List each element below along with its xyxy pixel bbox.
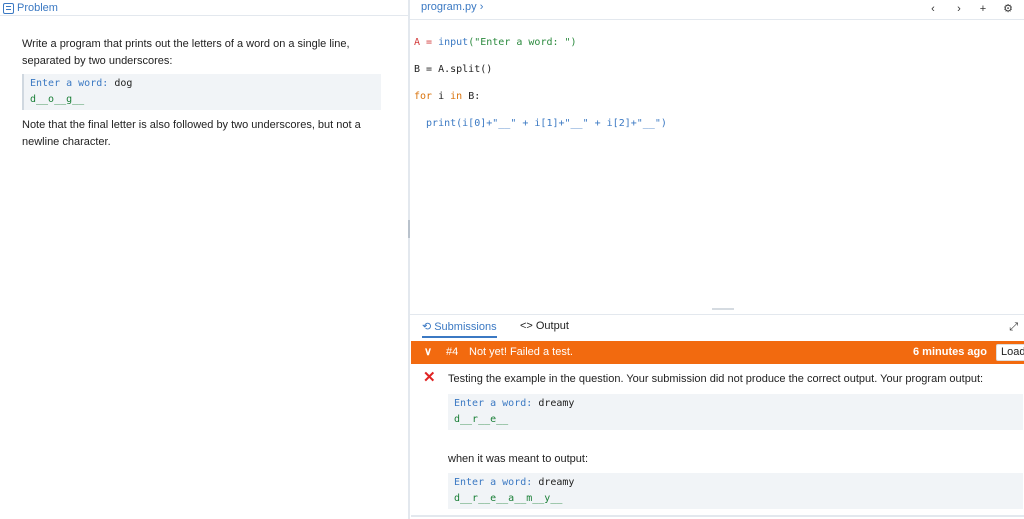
output-input: dreamy xyxy=(538,398,575,409)
tab-submissions-label: Submissions xyxy=(434,320,497,333)
next-button[interactable]: › xyxy=(952,2,966,16)
history-icon: ⟲ xyxy=(422,321,432,333)
example-block: Enter a word: dog d__o__g__ xyxy=(22,74,381,110)
code-token: for xyxy=(414,90,433,102)
tab-submissions[interactable]: ⟲ Submissions xyxy=(422,320,497,338)
problem-header: Problem xyxy=(0,0,408,16)
code-token: print(i[0]+"__" + i[1]+"__" + i[2]+"__") xyxy=(414,117,667,129)
previous-button[interactable]: ‹ xyxy=(926,2,940,16)
expected-output-block: Enter a word: dreamy d__r__e__a__m__y__ xyxy=(448,473,1023,509)
document-icon xyxy=(3,2,14,14)
submission-row[interactable]: ∨ #4 Not yet! Failed a test. 6 minutes a… xyxy=(411,341,1024,364)
file-tab-program[interactable]: program.py › xyxy=(421,1,483,13)
your-output-block: Enter a word: dreamy d__r__e__ xyxy=(448,394,1023,430)
tab-output-label: Output xyxy=(535,320,569,332)
example-prompt: Enter a word: xyxy=(30,78,109,89)
code-token: i xyxy=(432,90,451,102)
tab-problem[interactable]: Problem xyxy=(3,0,58,16)
code-line: A = input("Enter a word: ") xyxy=(414,36,1014,50)
submission-status: Not yet! Failed a test. xyxy=(469,346,573,358)
code-token: B = A.split() xyxy=(414,63,493,75)
meant-label: when it was meant to output: xyxy=(448,453,589,465)
chevron-right-icon: › xyxy=(479,1,484,13)
example-input: dog xyxy=(114,78,133,89)
code-line: print(i[0]+"__" + i[1]+"__" + i[2]+"__") xyxy=(414,117,1014,131)
problem-note: Note that the final letter is also follo… xyxy=(22,119,361,148)
load-button[interactable]: Load xyxy=(996,344,1024,361)
code-editor[interactable]: A = input("Enter a word: ") B = A.split(… xyxy=(414,22,1014,144)
drag-handle[interactable] xyxy=(408,220,410,238)
expected-prompt: Enter a word: xyxy=(454,477,533,488)
file-tab-label: program.py xyxy=(421,1,477,13)
editor-header: program.py › ‹ › + ⚙ xyxy=(410,0,1024,20)
submission-time: 6 minutes ago xyxy=(913,346,987,358)
code-token: input xyxy=(438,36,469,48)
panel-divider[interactable] xyxy=(408,0,410,519)
test-message: Testing the example in the question. You… xyxy=(448,373,984,385)
submission-number: #4 xyxy=(446,346,459,358)
code-token: A = xyxy=(414,36,439,48)
chevron-down-icon[interactable]: ∨ xyxy=(424,345,432,358)
code-line: B = A.split() xyxy=(414,63,1014,77)
expected-input: dreamy xyxy=(538,477,575,488)
tab-output[interactable]: <> Output xyxy=(520,320,569,332)
problem-description: Write a program that prints out the lett… xyxy=(22,38,350,67)
code-token: B: xyxy=(462,90,481,102)
add-file-button[interactable]: + xyxy=(976,2,990,16)
tab-problem-label: Problem xyxy=(17,2,58,14)
expand-icon[interactable]: ⤢ xyxy=(1009,321,1018,334)
code-token: in xyxy=(450,90,463,102)
code-brackets-icon: <> xyxy=(520,320,533,332)
settings-gear-icon[interactable]: ⚙ xyxy=(1001,2,1015,16)
output-result: d__r__e__ xyxy=(454,414,509,425)
problem-panel: Problem Write a program that prints out … xyxy=(0,0,408,519)
bottom-divider xyxy=(411,515,1024,517)
code-line: for i in B: xyxy=(414,90,1014,104)
fail-x-icon: ✕ xyxy=(423,369,436,386)
output-prompt: Enter a word: xyxy=(454,398,533,409)
example-output: d__o__g__ xyxy=(30,94,85,105)
code-token: ("Enter a word: ") xyxy=(468,36,577,48)
resize-handle[interactable] xyxy=(712,308,734,310)
expected-result: d__r__e__a__m__y__ xyxy=(454,493,563,504)
bottom-tabs: ⟲ Submissions <> Output ⤢ xyxy=(410,314,1024,338)
